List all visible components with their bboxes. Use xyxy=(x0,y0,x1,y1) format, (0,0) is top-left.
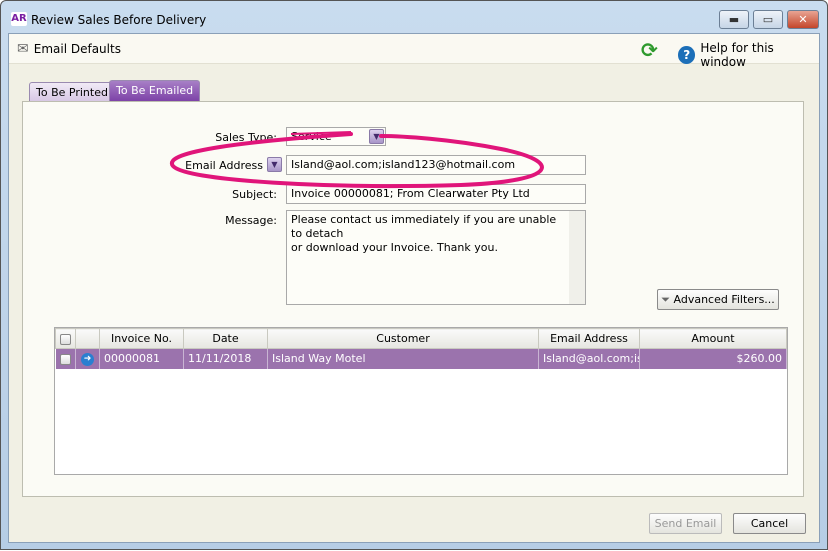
annotation-ellipse xyxy=(169,131,544,189)
window: AR Review Sales Before Delivery ▬ ▭ ✕ ✉ … xyxy=(0,0,828,550)
